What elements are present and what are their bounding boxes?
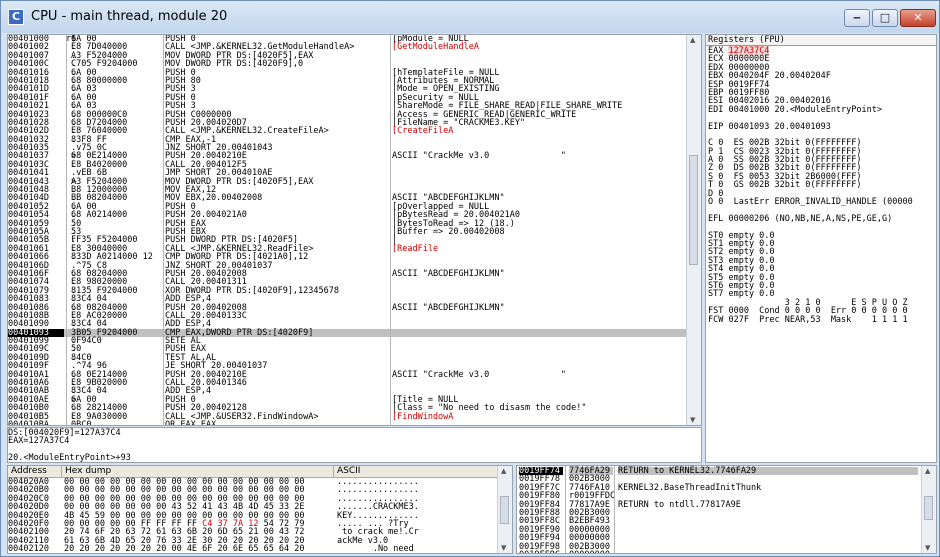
window-title: CPU - main thread, module 20 <box>31 9 228 24</box>
disasm-comment: [GetModuleHandleA <box>392 42 479 53</box>
disasm-comment: |Buffer => 20.00402008 <box>392 226 505 237</box>
scroll-up-icon[interactable]: ▲ <box>925 467 930 475</box>
info-line: DS:[004020F9]=127A37C4 <box>8 428 121 438</box>
info-pane: DS:[004020F9]=127A37C4 EAX=127A37C4 20.<… <box>7 427 702 463</box>
title-bar[interactable]: C CPU - main thread, module 20 ‒ □ ✕ <box>1 1 939 33</box>
disasm-row[interactable]: 0040103C . E8 B4020000 CALL 20.004012F5 <box>8 160 687 169</box>
register-line[interactable]: EDI 00401000 20.<ModuleEntryPoint> <box>708 105 936 114</box>
disasm-instruction: PUSH 0 <box>165 92 196 103</box>
stack-row[interactable]: 0019FF9C 00000000 <box>517 550 922 553</box>
disasm-instruction: PUSH 80 <box>165 75 201 86</box>
disassembly-pane[interactable]: 00401000 r$ 6A 00 PUSH 0 [pModule = NULL 0040… <box>7 34 702 426</box>
disasm-row[interactable]: 00401079 . 8135 F9204000 XOR DWORD PTR DS:… <box>8 286 687 295</box>
disasm-row[interactable]: 00401059 . 50 PUSH EAX |BytesToRead => 12 (… <box>8 218 687 229</box>
disasm-instruction: ADD ESP,4 <box>165 386 212 397</box>
stack-pane[interactable]: 0019FF74 7746FA29 RETURN to KERNEL32.7746F… <box>516 465 937 554</box>
scroll-thumb[interactable] <box>689 155 698 265</box>
ascii-column-header[interactable]: ASCII <box>334 466 500 477</box>
maximize-button[interactable]: □ <box>872 9 898 27</box>
register-line[interactable]: EIP 00401093 20.00401093 <box>708 122 936 131</box>
disasm-row[interactable]: 0040102D . E8 76040000 CALL <JMP.&KERNEL32… <box>8 127 687 136</box>
disasm-hex: 50 <box>71 218 82 229</box>
disasm-row[interactable]: 0040100C . C705 F9204000 MOV DWORD PTR DS:… <box>8 59 687 70</box>
disasm-row[interactable]: 0040101D . 6A 03 PUSH 3 |Mode = OPEN_EXISTI… <box>8 84 687 95</box>
register-text: FCW 027F Prec NEAR,53 Mask 1 1 1 1 <box>708 314 908 325</box>
scroll-up-icon[interactable]: ▲ <box>501 467 506 475</box>
disasm-row[interactable]: 00401099 . 0F94C0 SETE AL <box>8 336 687 347</box>
disasm-row[interactable]: 0040108B . E8 AC020000 CALL 20.0040133C <box>8 311 687 320</box>
scroll-down-icon[interactable]: ▼ <box>925 544 930 552</box>
dump-hex: 20 20 20 20 20 20 20 00 4E 6F 20 6E 65 6… <box>64 545 334 553</box>
info-line: EAX=127A37C4 <box>8 436 70 447</box>
app-icon: C <box>8 9 24 25</box>
disasm-instruction: OR EAX,EAX <box>165 419 217 426</box>
disasm-row[interactable]: 00401032 . 83F8 FF CMP EAX,-1 <box>8 135 687 144</box>
disasm-hex: 68 A0214000 <box>71 210 128 221</box>
dump-row[interactable]: 00402120 20 20 20 20 20 20 20 00 4E 6F 20… <box>8 545 498 553</box>
registers-header: Registers (FPU) <box>706 35 936 46</box>
dump-ascii: .No need <box>337 544 419 554</box>
disassembly-scrollbar[interactable]: ▲ ▼ <box>686 35 701 425</box>
disasm-row[interactable]: 00401054 . 68 A0214000 PUSH 20.004021A0 |pB… <box>8 210 687 221</box>
disasm-comment: [CreateFileA <box>392 126 454 137</box>
register-line[interactable]: FCW 027F Prec NEAR,53 Mask 1 1 1 1 <box>708 314 936 325</box>
register-line[interactable]: EFL 00000206 (NO,NB,NE,A,NS,PE,GE,G) <box>708 215 936 224</box>
stack-address[interactable]: 0019FF9C <box>519 550 563 553</box>
minimize-button[interactable]: ‒ <box>844 9 870 27</box>
disasm-comment: ASCII "ABCDEFGHIJKLMN" <box>392 268 505 279</box>
stack-comment: RETURN to KERNEL32.7746FA29 <box>618 467 918 475</box>
disasm-row[interactable]: 0040104D . BB 08204000 MOV EBX,20.00402008… <box>8 193 687 204</box>
disasm-instruction: PUSH 3 <box>165 84 196 95</box>
disasm-instruction: MOV DWORD PTR DS:[4020F9],0 <box>165 59 304 70</box>
disasm-row[interactable]: 004010B5 . E8 9A030000 CALL <JMP.&USER32.F… <box>8 412 687 421</box>
address-column-header[interactable]: Address <box>8 466 62 477</box>
register-line[interactable]: T 0 GS 002B 32bit 0(FFFFFFFF) <box>708 181 936 190</box>
disasm-hex: 0F94C0 <box>71 336 102 347</box>
scroll-thumb[interactable] <box>500 496 509 524</box>
scroll-up-icon[interactable]: ▲ <box>690 36 695 44</box>
info-line: 20.<ModuleEntryPoint>+93 <box>8 453 131 463</box>
disasm-comment: [ReadFile <box>392 243 439 254</box>
scroll-down-icon[interactable]: ▼ <box>690 416 695 424</box>
cpu-window: C CPU - main thread, module 20 ‒ □ ✕ 004… <box>0 0 940 557</box>
hexdump-column-header[interactable]: Hex dump <box>62 466 334 477</box>
disasm-row[interactable]: 00401093 . 3B05 F9204000 CMP EAX,DWORD PTR… <box>8 328 687 337</box>
disasm-row[interactable]: 004010A6 . E8 9B020000 CALL 20.00401346 <box>8 379 687 388</box>
register-line[interactable]: O 0 LastErr ERROR_INVALID_HANDLE (00000 <box>708 198 936 207</box>
disasm-row[interactable]: 00401018 . 68 80000000 PUSH 80 |Attributes … <box>8 75 687 86</box>
dump-pane[interactable]: Address Hex dump ASCII 004020A0 00 00 00 … <box>7 465 513 554</box>
disasm-hex: 0BC0 <box>71 419 92 426</box>
dump-hex-part: 20 20 20 20 20 20 20 00 4E 6F 20 6E 65 6… <box>64 544 305 554</box>
stack-comment: RETURN to ntdll.77817A9E <box>618 499 741 510</box>
registers-pane[interactable]: Registers (FPU) EAX 127A37C4 ECX 0000000E… <box>705 34 937 463</box>
disasm-row[interactable]: 0040109D . 84C0 TEST AL,AL <box>8 353 687 362</box>
disasm-comment: ASCII "CrackMe v3.0 " <box>392 151 566 162</box>
disasm-row[interactable]: 004010BA . 0BC0 OR EAX,EAX <box>8 419 687 426</box>
stack-value: 00000000 <box>569 550 613 553</box>
disasm-address[interactable]: 004010BA <box>8 421 64 425</box>
dump-address[interactable]: 00402120 <box>8 545 60 553</box>
disasm-comment: ASCII "CrackMe v3.0 " <box>392 369 566 380</box>
disasm-row[interactable]: 00401066 . 833D A0214000 12 CMP DWORD PTR … <box>8 253 687 262</box>
dump-scrollbar[interactable]: ▲ ▼ <box>497 466 512 553</box>
stack-scrollbar[interactable]: ▲ ▼ <box>921 466 936 553</box>
disasm-instruction: MOV EBX,20.00402008 <box>165 193 263 204</box>
close-button[interactable]: ✕ <box>900 9 936 27</box>
disasm-comment: ASCII "ABCDEFGHIJKLMN" <box>392 302 505 313</box>
stack-comment: KERNEL32.BaseThreadInitThunk <box>618 482 762 493</box>
scroll-thumb[interactable] <box>924 496 933 520</box>
scroll-down-icon[interactable]: ▼ <box>501 544 506 552</box>
disasm-comment: [FindWindowA <box>392 411 454 422</box>
disasm-row[interactable]: 0040109C . 50 PUSH EAX <box>8 345 687 354</box>
disasm-row[interactable]: 004010AB . 83C4 04 ADD ESP,4 <box>8 386 687 397</box>
